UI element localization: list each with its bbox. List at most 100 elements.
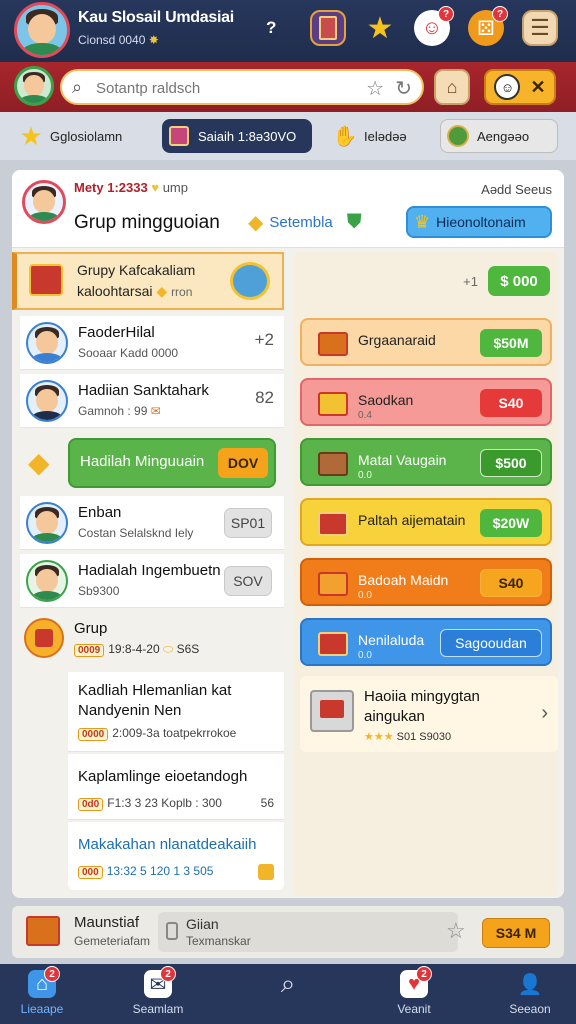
gift-box-icon [318,328,348,356]
reward-row[interactable]: Paltah aijematain $20W [300,498,552,546]
reward-row[interactable]: Grgaanaraid $50M [300,318,552,366]
close-button[interactable]: ☺ ✕ [484,69,556,105]
friend-status: Gamnoh : 99 ✉ [78,404,161,418]
book-icon[interactable] [310,10,346,46]
gift-row[interactable]: Hadilah Minguuain DOV [68,438,276,488]
help-icon[interactable]: ? [266,18,276,38]
friend-status: Sb9300 [78,584,120,598]
nav-favorites[interactable]: ♥ 2 Veanit [374,966,454,1022]
shop-button[interactable]: ⌂ [434,69,470,105]
grup-title: Grup [74,620,108,637]
nav-label: Veanit [397,1002,431,1016]
dice-icon[interactable]: ⚄ ? [468,6,508,46]
rewards-counter: +1 [463,274,478,289]
nav-profile[interactable]: 👤 Seeaon [490,970,570,1022]
friend-row[interactable]: Hadiian Sanktahark Gamnoh : 99 ✉ 82 [20,374,284,428]
message-card[interactable]: Maunstiaf Gemeteriafam Giian Texmanskar … [12,906,564,958]
gift-icon [166,123,192,149]
event-card[interactable]: Kadliah Hlemanlian kat Nandyenin Nen 000… [68,672,284,752]
basket-icon [310,690,354,732]
hand-coins-icon: ✋ [332,125,358,148]
event-card[interactable]: Makakahan nlanatdeakaiih 000 13:32 5 120 … [68,822,284,890]
reward-price[interactable]: S40 [480,389,542,417]
gift-box-icon [318,388,348,416]
event-meta: 0000 2:009-3a toatpekrrokoe [78,726,236,741]
friend-status: Costan Selalsknd Iely [78,526,194,540]
rewards-top-price[interactable]: $ 000 [488,266,550,296]
nav-messages[interactable]: ✉ 2 Seamlam [118,966,198,1022]
chat-icon: ☺ [494,74,521,100]
reward-row[interactable]: Badoah Maidn 0.0 S40 [300,558,552,606]
friend-avatar [26,560,68,602]
gift-row-button[interactable]: DOV [218,448,268,478]
reward-row[interactable]: Nenilaluda 0.0 Sagooudan [300,618,552,666]
friend-row[interactable]: Hadialah Ingembuetn Sb9300 SOV [20,554,284,608]
friend-name: Hadialah Ingembuetn [78,562,221,579]
app-subtitle: Cionsd 0040 ✸ [78,33,159,47]
event-card[interactable]: Kaplamlinge eioetandogh 0d0 F1:3 3 23 Kop… [68,754,284,820]
favorite-icon[interactable]: ☆ [446,918,466,944]
search-field[interactable]: ⌕ ☆ ↻ [60,69,424,105]
group-owner: Mety 1:2333 ♥ ump [74,180,188,195]
event-title: Kadliah Hlemanlian kat [78,682,232,699]
group-action-button[interactable]: ♛ Hieonoltonaim [406,206,552,238]
reward-row[interactable]: Saodkan 0.4 S40 [300,378,552,426]
reward-price[interactable]: $20W [480,509,542,537]
menu-icon[interactable]: ☰ [522,10,558,46]
chevron-right-icon[interactable]: › [541,702,548,725]
group-avatar[interactable] [22,180,66,224]
nav-badge: 2 [416,966,432,982]
search-icon: ⌕ [72,77,83,97]
nav-search[interactable]: ⌕ [248,968,328,1022]
message-input[interactable]: Giian Texmanskar [158,912,458,952]
search-input[interactable] [96,77,346,99]
face-icon[interactable]: ☺ ? [414,6,454,46]
face-badge: ? [438,6,454,22]
category-1[interactable]: Saiaih 1:8ə30VO [162,119,312,153]
friend-action[interactable]: 82 [255,388,274,408]
event-meta: 0d0 F1:3 3 23 Koplb : 300 56 [78,796,274,811]
friend-avatar [26,322,68,364]
grup-row[interactable]: Grup 0009 19:8-4-20 ⬭ S6S [20,614,284,666]
reward-price[interactable]: $500 [480,449,542,477]
chest-icon [26,916,60,946]
reward-price[interactable]: Sagooudan [440,629,542,657]
left-header[interactable]: Grupy Kafcakaliam kaloohtarsai ◆ rron [12,252,284,310]
friend-row[interactable]: FaoderHilal Sooaar Kadd 0000 +2 [20,316,284,370]
home-icon: ⌂ 2 [28,966,60,998]
nav-home[interactable]: ⌂ 2 Lieaape [2,966,82,1022]
message-price-button[interactable]: S34 M [482,918,550,948]
group-title: Grup mingguoian [74,212,220,233]
user-avatar[interactable] [14,66,54,106]
refresh-icon[interactable]: ↻ [395,76,412,101]
star-icon: ★ [19,120,43,151]
group-chip[interactable]: ◆ Setembla ⛊ [248,210,362,235]
favorite-icon[interactable]: ☆ [366,76,384,101]
friend-row[interactable]: Enban Costan Selalsknd Iely SP01 [20,496,284,550]
reward-price[interactable]: $50M [480,329,542,357]
star-icon[interactable]: ★ [362,10,398,46]
add-seats-link[interactable]: Aədd Seeus [481,182,552,197]
message-title: Maunstiaf [74,914,140,931]
gift-box-icon [318,448,348,476]
friend-pill[interactable]: SP01 [224,508,272,538]
category-0[interactable]: ★ Gglosiolamn [14,119,154,153]
group-chip-label: Setembla [269,214,333,231]
heart-icon: ♥ 2 [400,966,432,998]
reward-detail-card[interactable]: Haoiia mingygtan aingukan ★★★ S01 S9030 … [300,676,558,752]
nav-label: Seeaon [509,1002,551,1016]
friend-name: Enban [78,504,122,521]
profile-avatar[interactable] [14,2,70,58]
group-action-label: Hieonoltonaim [436,214,526,230]
gift-box-icon [318,568,348,596]
friend-pill[interactable]: SOV [224,566,272,596]
badge-icon [445,123,471,149]
dice-badge: ? [492,6,508,22]
close-icon: ✕ [530,76,546,97]
reward-price[interactable]: S40 [480,569,542,597]
category-label: Saiaih 1:8ə30VO [198,128,297,144]
reward-row[interactable]: Matal Vaugain 0.0 $500 [300,438,552,486]
friend-action[interactable]: +2 [255,330,274,350]
category-2[interactable]: ✋ Ielədəə [328,119,438,153]
category-3[interactable]: Aengəəo [440,119,558,153]
